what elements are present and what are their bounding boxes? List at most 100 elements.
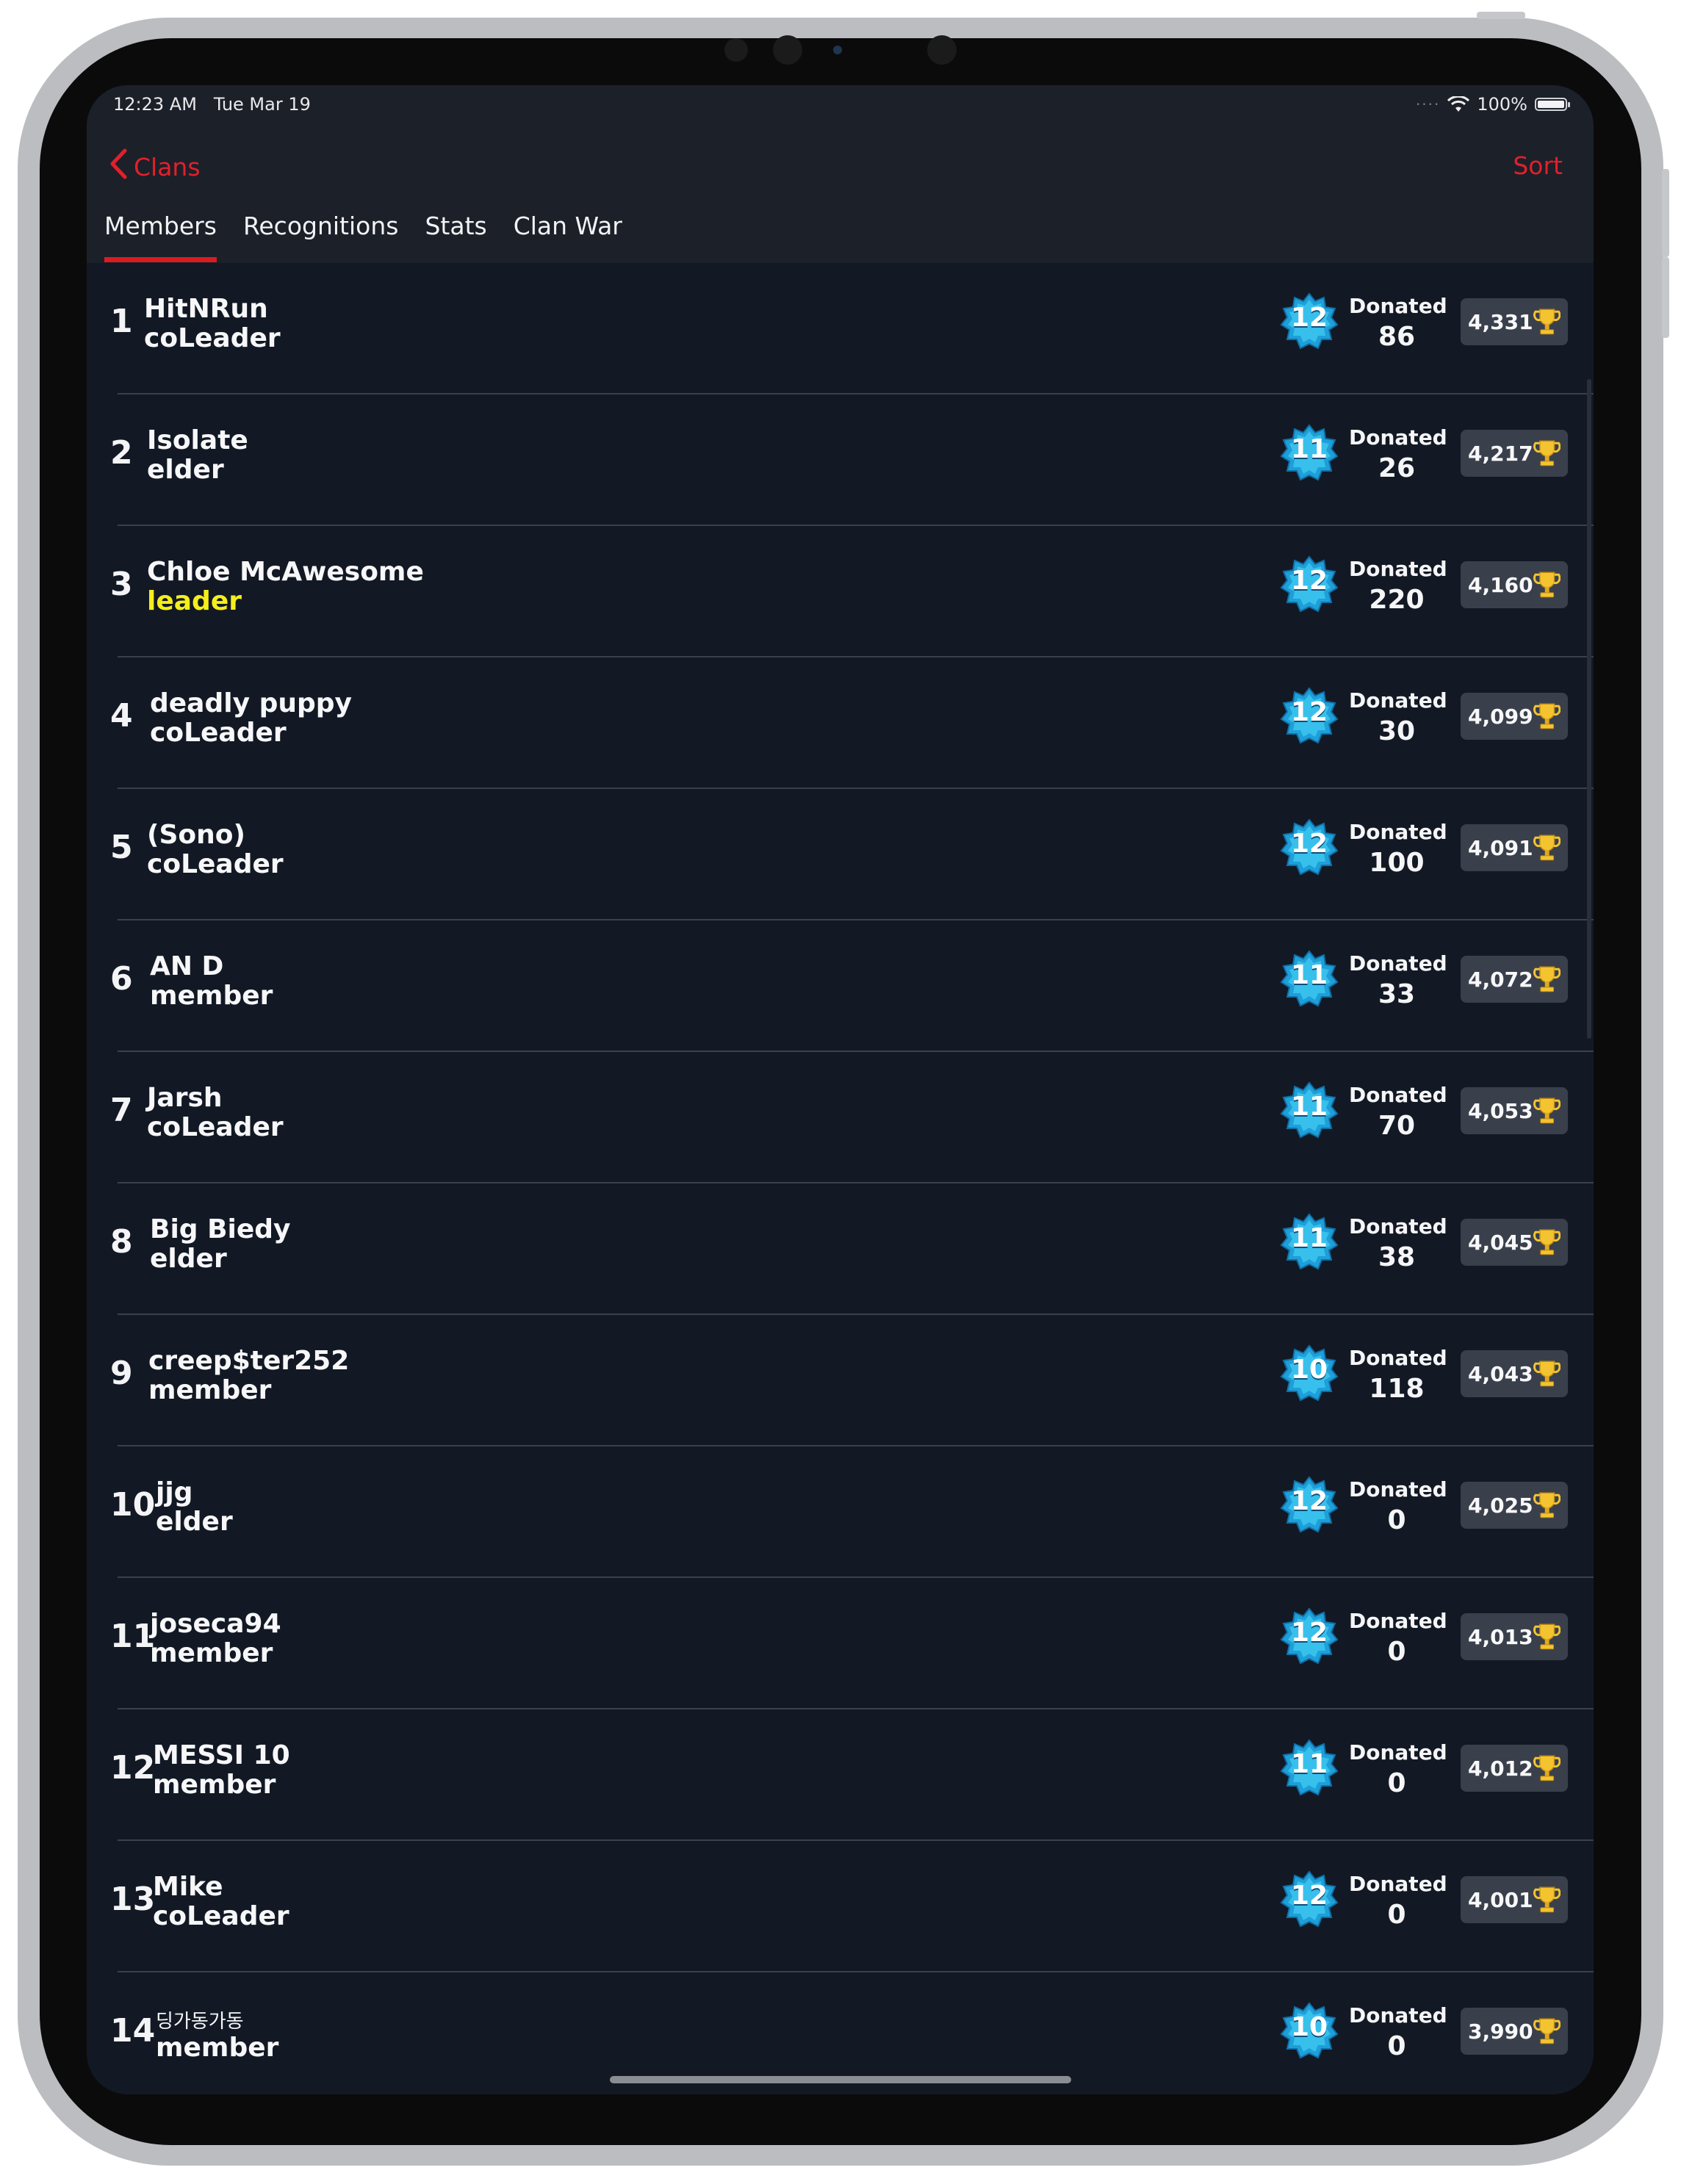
top-button — [1477, 12, 1525, 19]
member-role: member — [148, 1375, 272, 1405]
member-role: coLeader — [153, 1901, 289, 1931]
back-button[interactable]: Clans — [109, 148, 201, 185]
tab-stats[interactable]: Stats — [425, 209, 486, 263]
member-name: HitNRun — [144, 294, 268, 324]
donated-label: Donated — [1349, 2003, 1447, 2028]
home-indicator[interactable] — [610, 2076, 1071, 2083]
trophy-count: 4,099 — [1468, 704, 1533, 729]
tab-members[interactable]: Members — [104, 209, 217, 263]
level-badge-icon: 10 — [1280, 2002, 1339, 2061]
donated-label: Donated — [1349, 951, 1447, 976]
level-badge-icon: 12 — [1280, 1476, 1339, 1535]
trophy-count: 3,990 — [1468, 2019, 1533, 2044]
member-role: member — [150, 1638, 273, 1668]
sensor — [724, 38, 748, 62]
member-name: Chloe McAwesome — [147, 557, 424, 587]
level-value: 10 — [1290, 1355, 1328, 1385]
member-role: leader — [147, 586, 242, 616]
member-name: AN D — [150, 951, 224, 981]
member-row[interactable]: 12 MESSI 10 member 11 Donated 0 4,012 — [87, 1709, 1594, 1841]
trophy-icon — [1533, 1886, 1561, 1913]
trophy-badge: 4,053 — [1461, 1087, 1568, 1134]
date: Tue Mar 19 — [213, 94, 311, 115]
member-rank: 1 — [110, 303, 133, 340]
trophy-count: 4,217 — [1468, 441, 1533, 466]
member-rank: 13 — [110, 1881, 156, 1918]
member-name: Mike — [153, 1872, 223, 1902]
donated-value: 26 — [1378, 453, 1416, 483]
member-row[interactable]: 9 creep$ter252 member 10 Donated 118 4,0… — [87, 1315, 1594, 1446]
donated-value: 0 — [1387, 1768, 1406, 1798]
trophy-count: 4,045 — [1468, 1230, 1533, 1255]
trophy-badge: 4,045 — [1461, 1219, 1568, 1266]
battery-icon — [1535, 98, 1570, 111]
member-row[interactable]: 4 deadly puppy coLeader 12 Donated 30 4,… — [87, 657, 1594, 789]
member-role: member — [153, 1770, 276, 1800]
member-role: elder — [156, 1507, 233, 1537]
level-value: 12 — [1290, 697, 1328, 727]
tab-recognitions[interactable]: Recognitions — [243, 209, 399, 263]
back-label: Clans — [134, 152, 201, 181]
member-row[interactable]: 3 Chloe McAwesome leader 12 Donated 220 … — [87, 526, 1594, 657]
member-row[interactable]: 11 joseca94 member 12 Donated 0 4,013 — [87, 1578, 1594, 1709]
member-row[interactable]: 5 (Sono) coLeader 12 Donated 100 4,091 — [87, 789, 1594, 920]
level-badge-icon: 12 — [1280, 687, 1339, 746]
member-row[interactable]: 7 Jarsh coLeader 11 Donated 70 4,053 — [87, 1052, 1594, 1183]
donated-value: 86 — [1378, 322, 1416, 352]
scrollbar[interactable] — [1587, 379, 1591, 1039]
member-rank: 4 — [110, 697, 133, 735]
tab-bar: Members Recognitions Stats Clan War — [104, 209, 622, 263]
level-value: 12 — [1290, 1618, 1328, 1648]
member-row[interactable]: 10 jjg elder 12 Donated 0 4,025 — [87, 1446, 1594, 1578]
screen: 12:23 AM Tue Mar 19 ···· 100% Clans Sort — [87, 85, 1594, 2094]
member-row[interactable]: 6 AN D member 11 Donated 33 4,072 — [87, 920, 1594, 1052]
trophy-badge: 4,099 — [1461, 693, 1568, 740]
trophy-icon — [1533, 309, 1561, 335]
member-rank: 14 — [110, 2012, 156, 2050]
level-badge-icon: 11 — [1280, 1213, 1339, 1272]
donated-value: 38 — [1378, 1242, 1416, 1272]
trophy-count: 4,072 — [1468, 967, 1533, 992]
donated-value: 33 — [1378, 979, 1416, 1009]
member-row[interactable]: 2 Isolate elder 11 Donated 26 4,217 — [87, 394, 1594, 526]
level-badge-icon: 10 — [1280, 1344, 1339, 1403]
member-rank: 6 — [110, 960, 133, 998]
trophy-badge: 3,990 — [1461, 2008, 1568, 2055]
member-rank: 5 — [110, 829, 133, 866]
tab-clan-war[interactable]: Clan War — [514, 209, 622, 263]
level-value: 12 — [1290, 1486, 1328, 1516]
trophy-icon — [1533, 572, 1561, 598]
donated-value: 0 — [1387, 2031, 1406, 2061]
volume-down-button — [1662, 257, 1669, 338]
level-badge-icon: 11 — [1280, 1081, 1339, 1140]
sort-button[interactable]: Sort — [1513, 151, 1563, 180]
trophy-icon — [1533, 835, 1561, 861]
member-row[interactable]: 13 Mike coLeader 12 Donated 0 4,001 — [87, 1841, 1594, 1972]
member-role: elder — [147, 455, 224, 485]
donated-label: Donated — [1349, 688, 1447, 713]
member-row[interactable]: 1 HitNRun coLeader 12 Donated 86 4,331 — [87, 263, 1594, 394]
trophy-badge: 4,012 — [1461, 1745, 1568, 1792]
member-rank: 12 — [110, 1749, 156, 1787]
donated-label: Donated — [1349, 294, 1447, 318]
trophy-icon — [1533, 1098, 1561, 1124]
member-rank: 3 — [110, 566, 133, 603]
member-row[interactable]: 8 Big Biedy elder 11 Donated 38 4,045 — [87, 1183, 1594, 1315]
member-name: deadly puppy — [150, 688, 352, 718]
member-role: member — [150, 981, 273, 1011]
trophy-icon — [1533, 966, 1561, 992]
trophy-badge: 4,091 — [1461, 824, 1568, 871]
trophy-count: 4,160 — [1468, 572, 1533, 597]
member-role: elder — [150, 1244, 227, 1274]
member-name: jjg — [156, 1477, 193, 1507]
member-rank: 9 — [110, 1355, 133, 1392]
member-role: coLeader — [150, 718, 287, 748]
level-badge-icon: 12 — [1280, 818, 1339, 877]
member-name: (Sono) — [147, 820, 245, 850]
member-role: coLeader — [144, 323, 281, 353]
level-badge-icon: 12 — [1280, 292, 1339, 351]
level-badge-icon: 12 — [1280, 1607, 1339, 1666]
trophy-count: 4,091 — [1468, 835, 1533, 860]
donated-value: 100 — [1369, 848, 1425, 878]
trophy-count: 4,025 — [1468, 1493, 1533, 1518]
